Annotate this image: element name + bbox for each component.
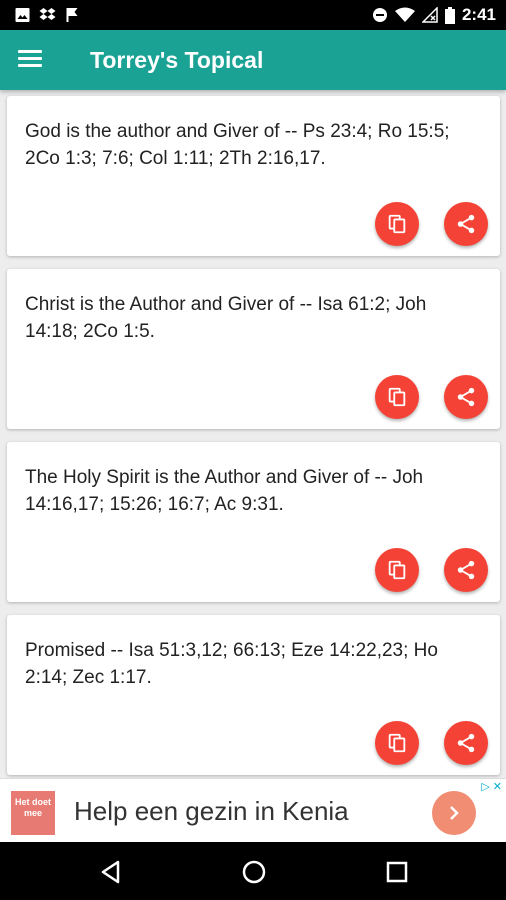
back-icon[interactable] bbox=[98, 859, 124, 885]
app-bar: Torrey's Topical bbox=[0, 30, 506, 90]
share-button[interactable] bbox=[444, 375, 488, 419]
ad-logo: Het doet mee bbox=[11, 791, 55, 835]
copy-button[interactable] bbox=[375, 202, 419, 246]
share-button[interactable] bbox=[444, 721, 488, 765]
entry-text: Christ is the Author and Giver of -- Isa… bbox=[25, 294, 427, 342]
do-not-disturb-icon bbox=[372, 8, 387, 22]
hamburger-menu-icon[interactable] bbox=[18, 46, 52, 74]
share-icon bbox=[457, 560, 475, 580]
ad-badges: ▷ ✕ bbox=[481, 781, 502, 793]
home-icon[interactable] bbox=[241, 859, 267, 885]
share-button[interactable] bbox=[444, 202, 488, 246]
share-icon bbox=[457, 387, 475, 407]
ad-info-icon[interactable]: ▷ bbox=[481, 781, 489, 793]
entry-text: God is the author and Giver of -- Ps 23:… bbox=[25, 121, 450, 169]
copy-button[interactable] bbox=[375, 548, 419, 592]
entry-card: The Holy Spirit is the Author and Giver … bbox=[7, 442, 500, 602]
status-time: 2:41 bbox=[461, 5, 496, 24]
no-signal-icon bbox=[421, 7, 438, 23]
ad-text[interactable]: Help een gezin in Kenia bbox=[74, 796, 349, 827]
chevron-right-icon bbox=[450, 806, 459, 820]
nav-bar bbox=[0, 842, 506, 900]
share-button[interactable] bbox=[444, 548, 488, 592]
battery-icon bbox=[444, 6, 455, 24]
entry-text: The Holy Spirit is the Author and Giver … bbox=[25, 467, 424, 515]
status-bar: 2:41 bbox=[0, 0, 506, 30]
ad-arrow-button[interactable] bbox=[432, 791, 476, 835]
page-title: Torrey's Topical bbox=[90, 47, 264, 73]
status-right-icons: 2:41 bbox=[372, 5, 496, 25]
copy-button[interactable] bbox=[375, 375, 419, 419]
copy-icon bbox=[388, 387, 406, 407]
entry-text: Promised -- Isa 51:3,12; 66:13; Eze 14:2… bbox=[25, 640, 438, 688]
copy-icon bbox=[388, 214, 406, 234]
copy-icon bbox=[388, 560, 406, 580]
recents-icon[interactable] bbox=[384, 859, 410, 885]
entry-card: Promised -- Isa 51:3,12; 66:13; Eze 14:2… bbox=[7, 615, 500, 775]
ad-close-icon[interactable]: ✕ bbox=[493, 781, 502, 793]
wifi-icon bbox=[394, 7, 415, 22]
share-icon bbox=[457, 733, 475, 753]
entry-card: Christ is the Author and Giver of -- Isa… bbox=[7, 269, 500, 429]
share-icon bbox=[457, 214, 475, 234]
image-icon bbox=[15, 8, 30, 22]
copy-button[interactable] bbox=[375, 721, 419, 765]
ad-banner[interactable]: Het doet mee Help een gezin in Kenia ▷ ✕ bbox=[0, 778, 506, 843]
flag-icon bbox=[66, 8, 78, 22]
dropbox-icon bbox=[39, 8, 56, 20]
status-left-icons bbox=[14, 7, 81, 23]
copy-icon bbox=[388, 733, 406, 753]
entry-card: God is the author and Giver of -- Ps 23:… bbox=[7, 96, 500, 256]
